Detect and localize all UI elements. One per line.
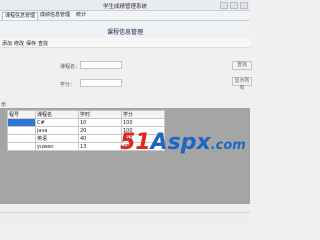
table-cell[interactable]: 40 [78, 134, 122, 143]
window-controls [220, 2, 248, 9]
column-header[interactable]: 学分 [121, 110, 165, 119]
table-cell[interactable]: 100 [121, 118, 165, 127]
page-title: 课程信息管理 [106, 29, 143, 36]
search-button[interactable]: 查找 [232, 61, 252, 70]
watermark-part2: Aspx [150, 130, 211, 155]
title-bar: 学生成绩管理系统 [0, 0, 250, 11]
section-label: 示 [1, 102, 7, 108]
status-bar [0, 212, 250, 231]
table-cell[interactable]: yuwen [35, 142, 79, 151]
close-icon[interactable] [240, 2, 248, 9]
column-header[interactable]: 学时 [78, 110, 122, 119]
table-cell[interactable]: 20 [78, 126, 122, 135]
toolbar: 添加 修改 保存 查找 [0, 38, 250, 48]
tab-score-info[interactable]: 成绩信息管理 [38, 12, 72, 19]
toolbar-edit[interactable]: 修改 [14, 40, 24, 47]
toolbar-save[interactable]: 保存 [26, 40, 36, 47]
watermark-part3: .com [210, 138, 246, 153]
table-cell[interactable] [7, 142, 36, 151]
table-cell[interactable]: 10 [78, 118, 122, 127]
watermark-part1: 51 [120, 130, 151, 155]
watermark-logo: 51Aspx.com [120, 130, 246, 155]
column-header[interactable]: 程号 [7, 110, 36, 119]
tab-course-info[interactable]: 课程信息管理 [2, 12, 39, 20]
maximize-icon[interactable] [230, 2, 238, 9]
tab-statistics[interactable]: 统计 [74, 12, 88, 19]
column-header[interactable]: 课程名 [35, 110, 79, 119]
table-cell[interactable]: java [35, 126, 79, 135]
table-header-row: 程号 课程名 学时 学分 [7, 110, 165, 119]
table-cell[interactable] [7, 134, 36, 143]
credit-input[interactable] [80, 79, 122, 87]
table-cell[interactable]: 英语 [35, 134, 79, 143]
minimize-icon[interactable] [220, 2, 228, 9]
course-name-input[interactable] [80, 61, 122, 69]
table-cell[interactable]: C# [35, 118, 79, 127]
show-all-button[interactable]: 显示所有 [232, 77, 252, 91]
table-cell[interactable] [7, 126, 36, 135]
course-name-label: 课程名： [60, 64, 81, 70]
table-row[interactable]: C# 10 100 [7, 118, 165, 127]
toolbar-add[interactable]: 添加 [2, 40, 12, 47]
window-title: 学生成绩管理系统 [102, 4, 147, 10]
toolbar-search[interactable]: 查找 [38, 40, 48, 47]
table-cell[interactable]: 13 [78, 142, 122, 151]
page-header: 课程信息管理 [0, 21, 250, 39]
table-cell[interactable] [7, 118, 36, 127]
credit-label: 学分： [60, 82, 76, 88]
tab-bar: 课程信息管理 成绩信息管理 统计 [0, 11, 250, 21]
